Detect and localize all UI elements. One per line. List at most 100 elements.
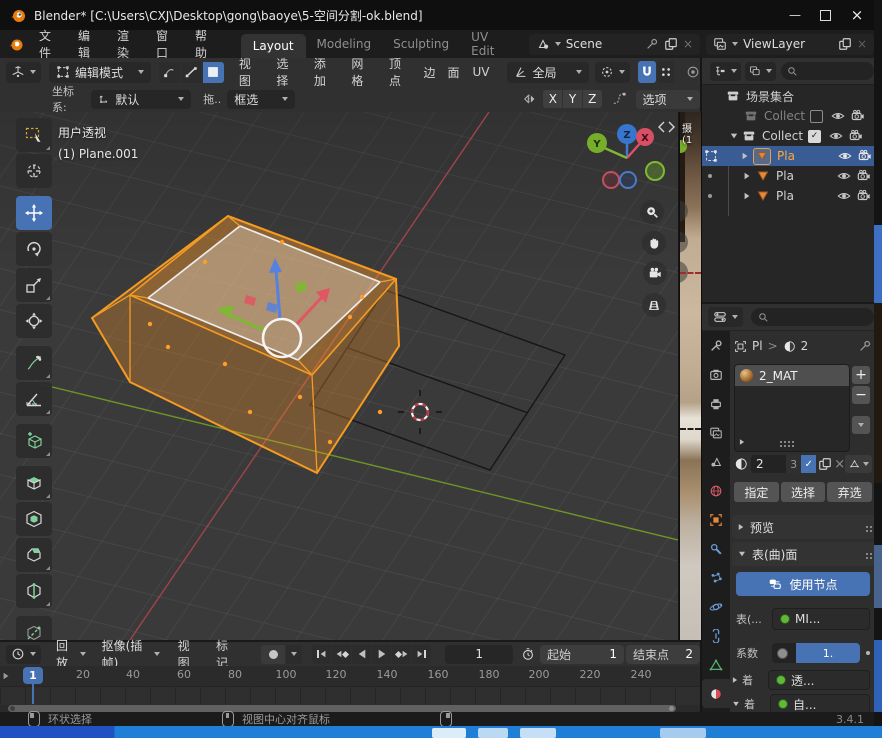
disable-render-icon[interactable]	[851, 109, 865, 123]
timeline-ruler[interactable]: 20 40 60 80 100 120 140 160 180 200 220 …	[0, 666, 700, 686]
mirror-x-button[interactable]: X	[543, 90, 562, 108]
outliner-row-collection-2[interactable]: Collect ✓	[702, 126, 874, 146]
hide-eye-icon[interactable]	[831, 109, 845, 123]
outliner-row-collection-1[interactable]: Collect	[702, 106, 874, 126]
menu-file[interactable]: 文件	[30, 27, 69, 61]
hide-eye-icon[interactable]	[838, 149, 852, 163]
jump-to-end-button[interactable]	[412, 645, 431, 664]
autokey-toggle-button[interactable]	[261, 645, 285, 664]
menu-view[interactable]: 视图	[230, 55, 268, 89]
factor-slider[interactable]: 1.	[772, 643, 860, 663]
scene-selector[interactable]: Scene ×	[529, 34, 700, 55]
mirror-z-button[interactable]: Z	[583, 90, 602, 108]
scale-tool[interactable]	[16, 268, 52, 302]
vertex-select-button[interactable]	[159, 62, 180, 83]
close-button[interactable]: ×	[840, 0, 874, 30]
prev-keyframe-button[interactable]	[332, 645, 351, 664]
face-select-button[interactable]	[203, 62, 224, 83]
hide-eye-icon[interactable]	[837, 169, 851, 183]
add-material-slot-button[interactable]: +	[852, 366, 870, 384]
expand-icon[interactable]	[743, 153, 748, 159]
panel-drag-grip[interactable]	[866, 526, 868, 528]
disable-render-icon[interactable]	[849, 129, 863, 143]
cursor-tool[interactable]	[16, 154, 52, 188]
surface-panel-header[interactable]: 表(曲)面	[732, 542, 882, 566]
jump-to-start-button[interactable]	[312, 645, 331, 664]
unlink-material-icon[interactable]: ×	[834, 457, 845, 472]
extrude-tool[interactable]	[16, 466, 52, 500]
tab-view-layer[interactable]	[702, 418, 730, 447]
outliner-row-scene-collection[interactable]: 场景集合	[702, 86, 874, 106]
viewlayer-selector[interactable]: ViewLayer ×	[706, 34, 874, 55]
start-frame-field[interactable]: 起始 1	[540, 645, 624, 664]
expand-icon[interactable]	[745, 173, 750, 179]
knife-tool[interactable]	[16, 616, 52, 640]
material-specials-button[interactable]	[852, 416, 870, 434]
tab-uv-edit[interactable]: UV Edit	[460, 30, 521, 58]
minimize-button[interactable]: —	[780, 0, 810, 30]
panel-drag-grip[interactable]	[866, 553, 868, 555]
pan-view-button[interactable]	[642, 231, 666, 255]
move-tool[interactable]	[16, 196, 52, 230]
shader-row-dropdown[interactable]: 透...	[768, 670, 870, 690]
disable-render-icon[interactable]	[858, 149, 872, 163]
tab-particles[interactable]	[702, 563, 730, 592]
menu-face[interactable]: 面	[442, 64, 466, 81]
outliner-display-dropdown[interactable]	[710, 62, 741, 81]
play-reverse-button[interactable]	[352, 645, 371, 664]
add-cube-tool[interactable]	[16, 424, 52, 458]
falloff-icon[interactable]	[612, 92, 626, 106]
deselect-button[interactable]: 弃选	[827, 482, 872, 502]
inset-tool[interactable]	[16, 502, 52, 536]
snap-options-dropdown[interactable]	[658, 61, 674, 83]
breadcrumb-object-name[interactable]: Pl	[752, 339, 763, 353]
exclude-checkbox[interactable]	[810, 110, 823, 123]
tab-tool[interactable]	[702, 331, 730, 360]
socket-expand-icon[interactable]	[733, 677, 737, 683]
tab-object-data[interactable]	[702, 650, 730, 679]
menu-help[interactable]: 帮助	[186, 27, 225, 61]
menu-edge[interactable]: 边	[417, 64, 441, 81]
expand-icon[interactable]	[731, 134, 737, 139]
editor-type-button[interactable]	[6, 62, 41, 83]
use-nodes-button[interactable]: 使用节点	[736, 572, 870, 596]
end-frame-field[interactable]: 结束点 2	[626, 645, 700, 664]
pin-icon[interactable]	[858, 339, 872, 353]
outliner-row-plane-active[interactable]: Pla	[702, 146, 874, 166]
tab-modifiers[interactable]	[702, 534, 730, 563]
menu-window[interactable]: 窗口	[147, 27, 186, 61]
timeline-channel-area[interactable]	[0, 686, 700, 705]
drag-mode-dropdown[interactable]: 框选	[227, 90, 295, 109]
material-name-field[interactable]: 2	[751, 455, 786, 473]
measure-tool[interactable]	[16, 382, 52, 416]
playback-dropdown[interactable]: 回放	[49, 645, 93, 664]
new-scene-icon[interactable]	[664, 37, 678, 51]
edge-select-button[interactable]	[181, 62, 202, 83]
select-button[interactable]: 选择	[781, 482, 826, 502]
current-frame-field[interactable]: 1	[445, 645, 513, 664]
tab-object[interactable]	[702, 505, 730, 534]
timeline-scrollbar[interactable]	[8, 705, 676, 712]
blender-menu-icon[interactable]	[8, 36, 24, 52]
node-specials-dropdown[interactable]	[845, 455, 872, 473]
tab-material[interactable]	[702, 679, 730, 708]
orientation-dropdown[interactable]: 全局	[507, 62, 589, 83]
tab-scene[interactable]	[702, 447, 730, 476]
loop-cut-tool[interactable]	[16, 574, 52, 608]
list-expand-icon[interactable]	[740, 439, 744, 445]
camera-view-button[interactable]	[643, 261, 667, 285]
camera-viewport-strip[interactable]: 摄 (1	[679, 112, 703, 640]
zoom-view-button[interactable]	[640, 200, 664, 224]
snap-toggle-button[interactable]	[638, 61, 656, 83]
proportional-edit-icon[interactable]	[686, 65, 700, 79]
timeline-editor-type-button[interactable]	[6, 645, 41, 664]
annotate-tool[interactable]	[16, 346, 52, 380]
menu-edit[interactable]: 编辑	[69, 27, 108, 61]
select-box-tool[interactable]	[16, 118, 52, 152]
preview-panel-header[interactable]: 预览	[732, 515, 882, 539]
outliner-search-input[interactable]	[781, 62, 874, 80]
outliner-filter-dropdown[interactable]	[745, 62, 776, 81]
viewport-3d[interactable]: Z X Y 用户透视 (1) Plane.001	[0, 112, 678, 640]
disable-render-icon[interactable]	[857, 169, 871, 183]
mode-dropdown[interactable]: 编辑模式	[49, 62, 151, 83]
